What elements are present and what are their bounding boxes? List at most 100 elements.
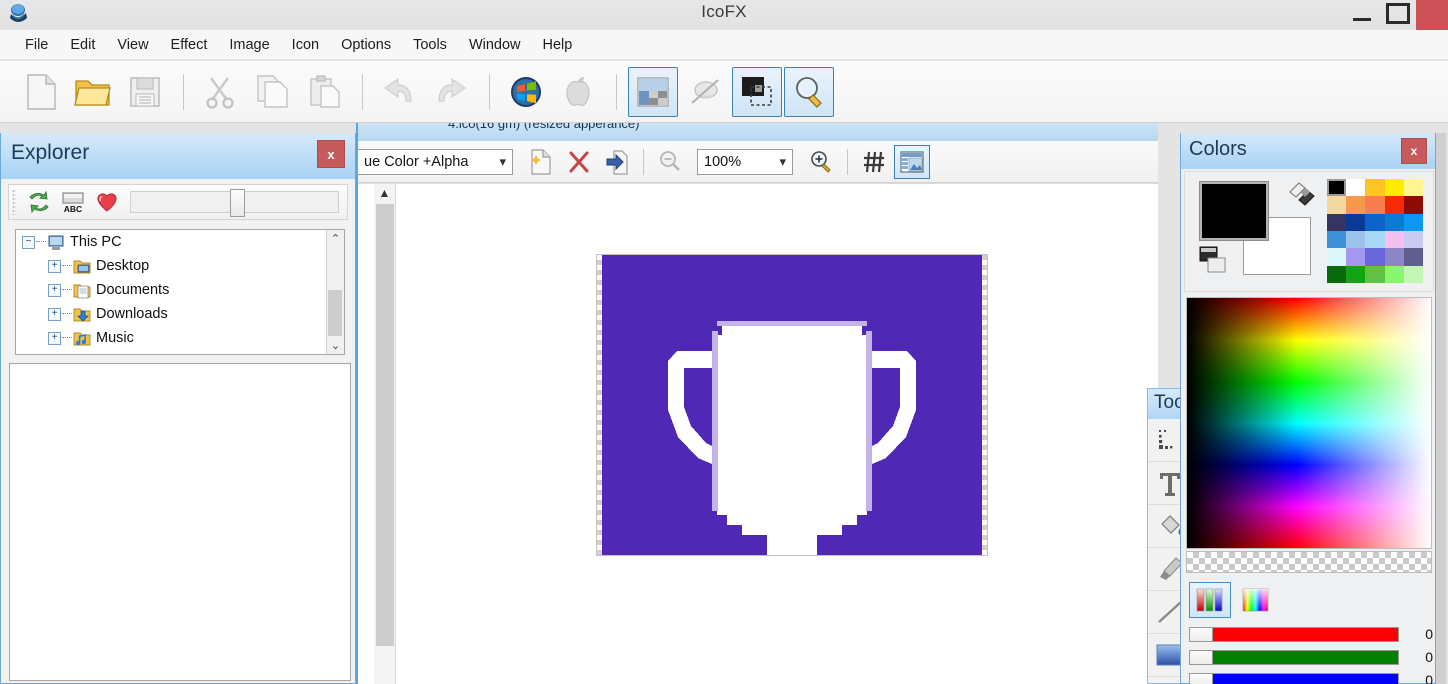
rgb-sliders-button[interactable] bbox=[1189, 582, 1231, 618]
blue-slider-handle[interactable] bbox=[1189, 672, 1213, 684]
copy-button[interactable] bbox=[247, 67, 297, 117]
palette-swatch-27[interactable] bbox=[1365, 265, 1385, 283]
tree-scrollbar-thumb[interactable] bbox=[328, 290, 342, 336]
save-file-button[interactable] bbox=[120, 67, 170, 117]
palette-swatch-18[interactable] bbox=[1384, 231, 1404, 249]
toolbar-grip[interactable] bbox=[12, 189, 16, 215]
palette-swatch-2[interactable] bbox=[1365, 179, 1385, 197]
blue-channel-row[interactable]: 0 bbox=[1189, 672, 1433, 684]
collapse-node-icon[interactable]: − bbox=[22, 235, 35, 249]
cursor-editor-button[interactable] bbox=[680, 67, 730, 117]
explorer-close-button[interactable]: x bbox=[317, 140, 345, 168]
color-picker-button[interactable] bbox=[784, 66, 834, 117]
palette-swatch-12[interactable] bbox=[1365, 213, 1385, 231]
expand-node-icon[interactable]: + bbox=[48, 307, 61, 321]
canvas-vertical-scrollbar[interactable]: ▲ bbox=[374, 184, 396, 684]
explorer-file-list[interactable] bbox=[9, 363, 351, 681]
paste-button[interactable] bbox=[299, 67, 349, 117]
green-slider-track[interactable] bbox=[1213, 649, 1399, 665]
foreground-color-swatch[interactable] bbox=[1199, 181, 1269, 241]
favorites-button[interactable] bbox=[90, 187, 124, 217]
palette-swatch-11[interactable] bbox=[1346, 213, 1366, 231]
tree-node-desktop[interactable]: + Desktop bbox=[16, 254, 344, 278]
color-spectrum-picker[interactable] bbox=[1186, 297, 1432, 549]
windows-icon-button[interactable] bbox=[501, 67, 551, 117]
palette-swatch-8[interactable] bbox=[1384, 196, 1404, 214]
tree-node-documents[interactable]: + Documents bbox=[16, 278, 344, 302]
preview-toggle-button[interactable] bbox=[894, 144, 930, 179]
color-depth-select[interactable]: ue Color +Alpha ▾ bbox=[357, 148, 513, 175]
palette-swatch-29[interactable] bbox=[1403, 265, 1423, 283]
palette-swatch-15[interactable] bbox=[1327, 231, 1347, 249]
refresh-button[interactable] bbox=[22, 187, 56, 217]
palette-swatch-28[interactable] bbox=[1384, 265, 1404, 283]
colors-close-button[interactable]: x bbox=[1401, 138, 1427, 164]
menu-effect[interactable]: Effect bbox=[160, 33, 219, 57]
capture-button[interactable] bbox=[732, 66, 782, 117]
canvas-viewport[interactable] bbox=[396, 186, 1158, 684]
expand-node-icon[interactable]: + bbox=[48, 283, 61, 297]
menu-icon[interactable]: Icon bbox=[281, 33, 330, 57]
menu-tools[interactable]: Tools bbox=[402, 33, 458, 57]
redo-button[interactable] bbox=[426, 67, 476, 117]
expand-node-icon[interactable]: + bbox=[48, 259, 61, 273]
alpha-transparency-strip[interactable] bbox=[1186, 551, 1432, 573]
explorer-tree[interactable]: − This PC + Desktop + Documents + Downloads + Mus… bbox=[15, 229, 345, 355]
palette-swatch-3[interactable] bbox=[1384, 179, 1404, 197]
app-vertical-scrollbar[interactable] bbox=[1436, 133, 1446, 684]
trophy-icon-artwork[interactable] bbox=[602, 255, 982, 555]
zoom-out-button[interactable] bbox=[652, 145, 688, 179]
palette-swatch-5[interactable] bbox=[1327, 196, 1347, 214]
tree-node-pictures[interactable]: +Pictures bbox=[16, 350, 344, 354]
menu-options[interactable]: Options bbox=[330, 33, 402, 57]
scroll-down-arrow-icon[interactable]: ⌄ bbox=[327, 337, 344, 354]
palette-swatch-6[interactable] bbox=[1346, 196, 1366, 214]
red-channel-row[interactable]: 0 bbox=[1189, 626, 1433, 642]
menu-window[interactable]: Window bbox=[458, 33, 532, 57]
expand-node-icon[interactable]: + bbox=[48, 331, 61, 345]
palette-swatch-21[interactable] bbox=[1346, 248, 1366, 266]
color-wheel-button[interactable] bbox=[1235, 582, 1277, 618]
palette-swatch-26[interactable] bbox=[1346, 265, 1366, 283]
palette-swatch-10[interactable] bbox=[1327, 213, 1347, 231]
grid-toggle-button[interactable] bbox=[856, 145, 892, 179]
menu-file[interactable]: File bbox=[14, 33, 59, 57]
swap-colors-icon[interactable] bbox=[1285, 180, 1319, 214]
scroll-up-arrow-icon[interactable]: ▲ bbox=[374, 184, 395, 202]
green-slider-handle[interactable] bbox=[1189, 649, 1213, 665]
red-slider-track[interactable] bbox=[1213, 626, 1399, 642]
blue-slider-track[interactable] bbox=[1213, 672, 1399, 684]
rename-button[interactable]: ABC bbox=[56, 187, 90, 217]
red-slider-handle[interactable] bbox=[1189, 626, 1213, 642]
palette-swatch-24[interactable] bbox=[1403, 248, 1423, 266]
undo-button[interactable] bbox=[374, 67, 424, 117]
green-channel-row[interactable]: 0 bbox=[1189, 649, 1433, 665]
color-palette-grid[interactable] bbox=[1327, 179, 1423, 283]
minimize-button[interactable] bbox=[1344, 0, 1380, 30]
menu-image[interactable]: Image bbox=[218, 33, 280, 57]
palette-swatch-9[interactable] bbox=[1403, 196, 1423, 214]
tree-node-this-pc[interactable]: − This PC bbox=[16, 230, 344, 254]
scrollbar-thumb[interactable] bbox=[376, 204, 394, 646]
palette-swatch-16[interactable] bbox=[1346, 231, 1366, 249]
maximize-button[interactable] bbox=[1380, 0, 1416, 30]
palette-swatch-0[interactable] bbox=[1327, 179, 1347, 197]
palette-swatch-22[interactable] bbox=[1365, 248, 1385, 266]
editor-title-bar[interactable]: 4.ico(16 gm) (resized apperance) bbox=[358, 123, 1158, 141]
tree-scrollbar[interactable]: ⌃ ⌄ bbox=[326, 230, 344, 354]
explorer-zoom-slider[interactable] bbox=[130, 189, 339, 217]
zoom-select[interactable]: 100% ▾ bbox=[697, 148, 793, 175]
default-colors-icon[interactable] bbox=[1199, 246, 1229, 274]
menu-edit[interactable]: Edit bbox=[59, 33, 106, 57]
palette-swatch-13[interactable] bbox=[1384, 213, 1404, 231]
menu-view[interactable]: View bbox=[106, 33, 159, 57]
delete-image-button[interactable] bbox=[561, 145, 597, 179]
new-image-button[interactable] bbox=[523, 145, 559, 179]
palette-swatch-17[interactable] bbox=[1365, 231, 1385, 249]
palette-swatch-25[interactable] bbox=[1327, 265, 1347, 283]
palette-swatch-1[interactable] bbox=[1346, 179, 1366, 197]
palette-swatch-14[interactable] bbox=[1403, 213, 1423, 231]
zoom-in-button[interactable] bbox=[803, 145, 839, 179]
cut-button[interactable] bbox=[195, 67, 245, 117]
export-image-button[interactable] bbox=[599, 145, 635, 179]
